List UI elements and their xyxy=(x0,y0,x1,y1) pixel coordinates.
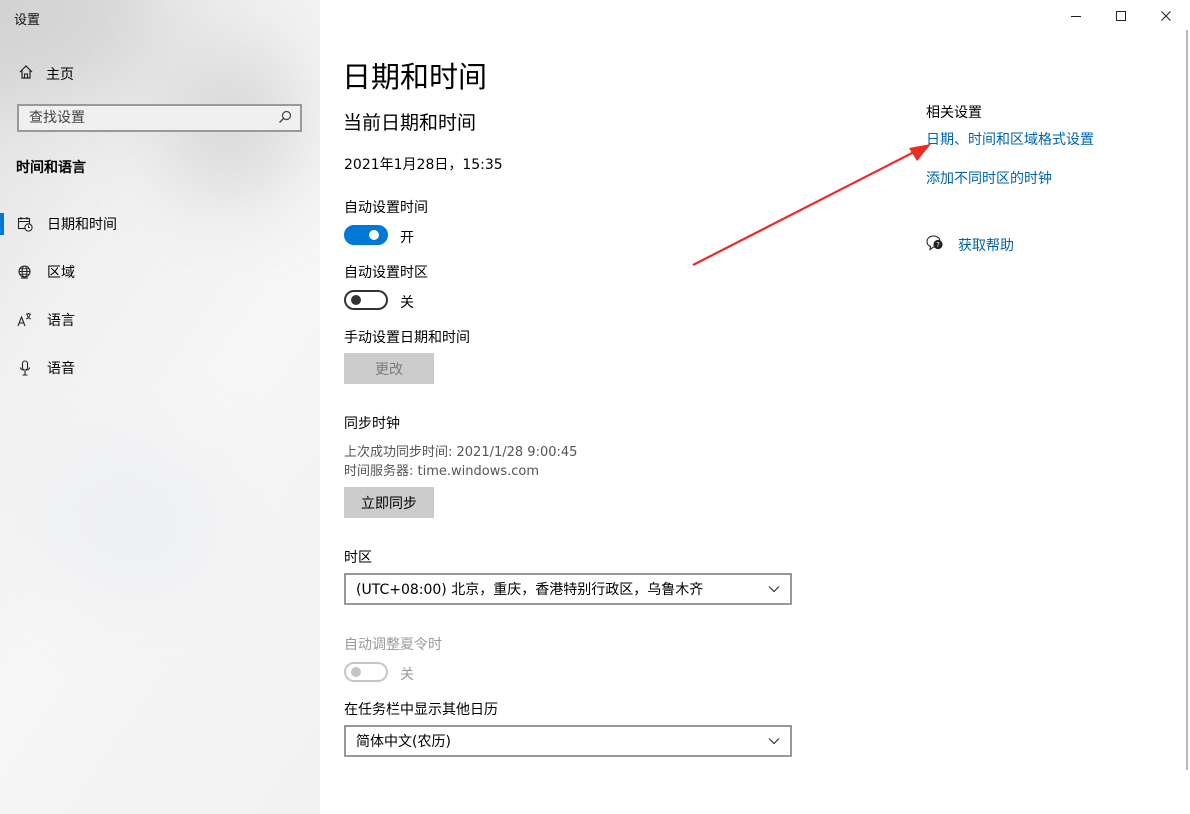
scrollbar[interactable] xyxy=(1186,30,1188,770)
minimize-icon xyxy=(1070,7,1082,26)
calendar-dropdown[interactable]: 简体中文(农历) xyxy=(344,725,792,757)
calendar-label: 在任务栏中显示其他日历 xyxy=(344,702,498,718)
toggle-knob xyxy=(369,230,379,240)
calendar-clock-icon xyxy=(16,215,34,233)
add-clocks-link[interactable]: 添加不同时区的时钟 xyxy=(926,168,1052,188)
sidebar-item-speech[interactable]: 语音 xyxy=(0,351,320,385)
current-datetime-value: 2021年1月28日，15:35 xyxy=(344,157,503,173)
minimize-button[interactable] xyxy=(1053,0,1099,32)
related-settings-heading: 相关设置 xyxy=(926,105,982,121)
toggle-knob xyxy=(351,667,361,677)
sidebar-item-label: 语言 xyxy=(47,313,75,329)
last-sync-text: 上次成功同步时间: 2021/1/28 9:00:45 xyxy=(344,445,578,460)
section-title: 时间和语言 xyxy=(16,160,86,176)
close-button[interactable] xyxy=(1143,0,1189,32)
get-help-label: 获取帮助 xyxy=(958,238,1014,254)
timezone-value: (UTC+08:00) 北京，重庆，香港特别行政区，乌鲁木齐 xyxy=(356,582,704,598)
chevron-down-icon xyxy=(768,733,780,749)
language-icon xyxy=(16,311,34,329)
home-icon xyxy=(18,64,34,84)
sidebar-item-region[interactable]: 区域 xyxy=(0,255,320,289)
auto-time-toggle[interactable] xyxy=(344,225,388,245)
home-label: 主页 xyxy=(46,67,74,83)
window-title: 设置 xyxy=(14,13,41,28)
current-datetime-heading: 当前日期和时间 xyxy=(343,112,477,134)
auto-timezone-label: 自动设置时区 xyxy=(344,265,428,281)
auto-timezone-toggle[interactable] xyxy=(344,290,388,310)
timezone-dropdown[interactable]: (UTC+08:00) 北京，重庆，香港特别行政区，乌鲁木齐 xyxy=(344,573,792,605)
change-button[interactable]: 更改 xyxy=(344,353,434,384)
auto-timezone-state: 关 xyxy=(400,295,414,311)
auto-time-state: 开 xyxy=(400,230,414,246)
backdrop-blur xyxy=(40,440,220,600)
sync-now-button[interactable]: 立即同步 xyxy=(344,487,434,518)
sidebar: 设置 主页 时间和语言 日期和时间 区域 语言 语音 xyxy=(0,0,320,814)
dst-state: 关 xyxy=(400,667,414,683)
dst-toggle[interactable] xyxy=(344,662,388,682)
timezone-label: 时区 xyxy=(344,550,372,566)
sidebar-item-date-time[interactable]: 日期和时间 xyxy=(0,207,320,241)
sidebar-item-label: 日期和时间 xyxy=(47,217,117,233)
search-input[interactable] xyxy=(27,109,278,127)
home-button[interactable]: 主页 xyxy=(18,63,308,85)
dst-label: 自动调整夏令时 xyxy=(344,637,442,653)
sidebar-item-language[interactable]: 语言 xyxy=(0,303,320,337)
help-chat-icon: ? xyxy=(926,235,944,255)
region-format-link[interactable]: 日期、时间和区域格式设置 xyxy=(926,129,1094,149)
manual-set-label: 手动设置日期和时间 xyxy=(344,330,470,346)
get-help-link[interactable]: ? 获取帮助 xyxy=(926,235,1014,255)
search-box[interactable] xyxy=(17,104,302,132)
sidebar-item-label: 区域 xyxy=(47,265,75,281)
microphone-icon xyxy=(16,359,34,377)
maximize-button[interactable] xyxy=(1098,0,1144,32)
page-title: 日期和时间 xyxy=(342,60,488,94)
time-server-text: 时间服务器: time.windows.com xyxy=(344,464,540,479)
calendar-value: 简体中文(农历) xyxy=(356,734,451,750)
search-icon[interactable] xyxy=(278,109,292,128)
sidebar-item-label: 语音 xyxy=(47,361,75,377)
auto-time-label: 自动设置时间 xyxy=(344,200,428,216)
maximize-icon xyxy=(1115,7,1127,26)
sync-heading: 同步时钟 xyxy=(344,416,400,432)
close-icon xyxy=(1160,7,1172,26)
chevron-down-icon xyxy=(768,581,780,597)
toggle-knob xyxy=(351,295,361,305)
globe-icon xyxy=(16,263,34,281)
svg-text:?: ? xyxy=(936,241,940,249)
